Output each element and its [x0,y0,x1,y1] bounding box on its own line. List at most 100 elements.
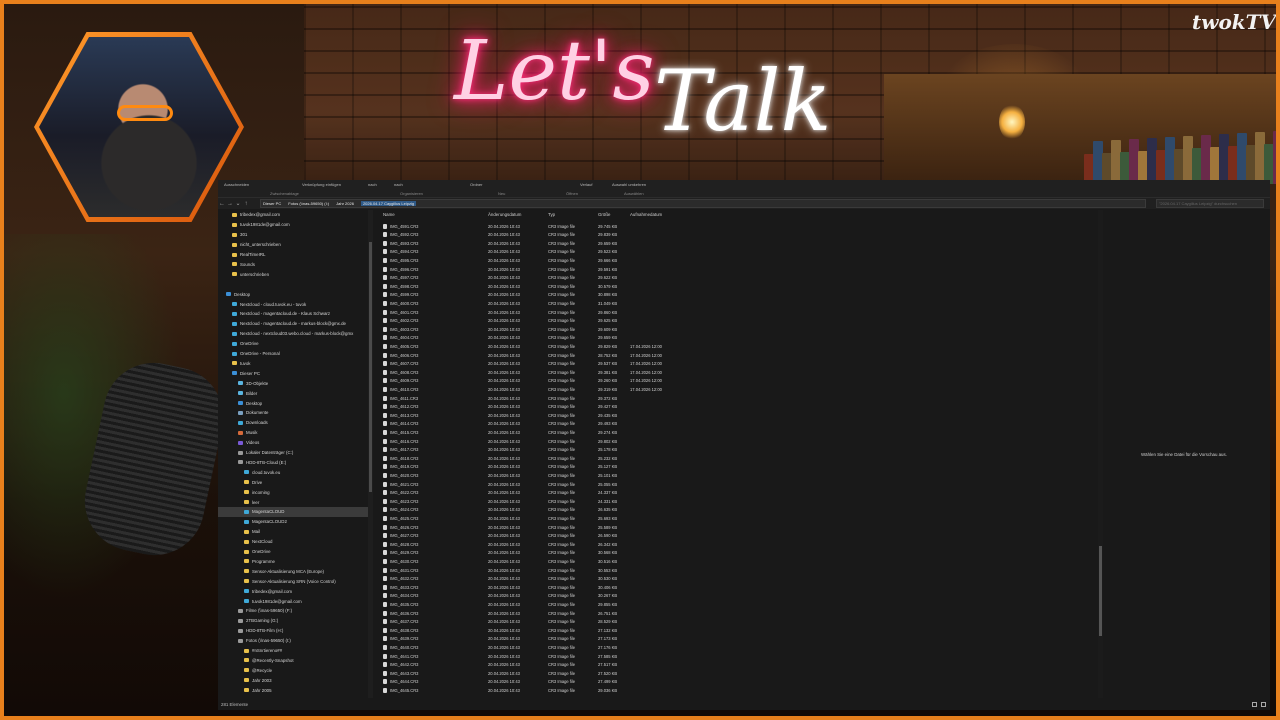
column-header[interactable]: Aufnahmedatum [630,212,662,220]
nav-item[interactable]: Jahr 2005 [218,685,368,695]
nav-item[interactable]: unterschrieben [218,269,368,279]
nav-item[interactable]: Dieser PC [218,368,368,378]
nav-item[interactable]: HDD-8TB-Film (H:) [218,626,368,636]
nav-item[interactable]: OneDrive [218,547,368,557]
breadcrumb-item[interactable]: Fotos (\\nas-59650) (I:) [288,201,329,206]
ribbon-item-5[interactable]: Verlauf [580,182,592,187]
table-row[interactable]: IMG_4621.CR3 20.04.2026 10:43 CR3 Image fi… [380,480,1100,489]
table-row[interactable]: IMG_4601.CR3 20.04.2026 10:43 CR3 Image fi… [380,308,1100,317]
table-row[interactable]: IMG_4629.CR3 20.04.2026 10:43 CR3 Image fi… [380,549,1100,558]
nav-item[interactable]: OneDrive [218,339,368,349]
nav-item[interactable]: incoming [218,487,368,497]
breadcrumb-item[interactable]: 2026.04.17 Caygillus Leipzig [360,201,417,206]
table-row[interactable]: IMG_4594.CR3 20.04.2026 10:43 CR3 Image fi… [380,248,1100,257]
nav-item[interactable]: Mail [218,527,368,537]
nav-scrollbar-thumb[interactable] [369,242,372,492]
table-row[interactable]: IMG_4620.CR3 20.04.2026 10:43 CR3 Image fi… [380,471,1100,480]
table-row[interactable]: IMG_4636.CR3 20.04.2026 10:43 CR3 Image fi… [380,609,1100,618]
column-header[interactable]: Änderungsdatum [488,212,521,220]
nav-item[interactable]: Desktop [218,289,368,299]
nav-item[interactable]: Programme [218,557,368,567]
table-row[interactable]: IMG_4641.CR3 20.04.2026 10:43 CR3 Image fi… [380,652,1100,661]
nav-item[interactable]: Fotos (\\nas-59650) (I:) [218,636,368,646]
nav-item[interactable]: @Recycle [218,665,368,675]
ribbon-item-4[interactable]: Ordner [470,182,482,187]
column-header[interactable]: Name [383,212,395,220]
table-row[interactable]: IMG_4611.CR3 20.04.2026 10:43 CR3 Image fi… [380,394,1100,403]
table-row[interactable]: IMG_4632.CR3 20.04.2026 10:43 CR3 Image fi… [380,575,1100,584]
table-row[interactable]: IMG_4610.CR3 20.04.2026 10:43 CR3 Image fi… [380,385,1100,394]
nav-item[interactable]: leer [218,497,368,507]
nav-item[interactable]: HDD-8TB-Cloud (E:) [218,458,368,468]
table-row[interactable]: IMG_4607.CR3 20.04.2026 10:43 CR3 Image fi… [380,360,1100,369]
column-header[interactable]: Größe [598,212,610,220]
table-row[interactable]: IMG_4638.CR3 20.04.2026 10:43 CR3 Image fi… [380,626,1100,635]
details-view-icon[interactable] [1252,702,1257,707]
nav-item[interactable]: NextCloud [218,537,368,547]
nav-scrollbar[interactable] [368,210,373,698]
table-row[interactable]: IMG_4618.CR3 20.04.2026 10:43 CR3 Image fi… [380,454,1100,463]
recent-chevron-icon[interactable]: ⌄ [234,200,242,207]
table-row[interactable]: IMG_4630.CR3 20.04.2026 10:43 CR3 Image fi… [380,557,1100,566]
nav-item[interactable]: 3D-Objekte [218,378,368,388]
nav-item[interactable]: Nextcloud - cloud.tuvok.eu - tuvok [218,299,368,309]
file-list-scrollbar[interactable] [1098,210,1103,698]
nav-item[interactable]: Sensor-Aktualisierung SRN (Voice Control… [218,576,368,586]
table-row[interactable]: IMG_4627.CR3 20.04.2026 10:43 CR3 Image fi… [380,532,1100,541]
ribbon-item-2[interactable]: nach [368,182,377,187]
nav-item[interactable]: nicht_unterschrieben [218,240,368,250]
table-row[interactable]: IMG_4640.CR3 20.04.2026 10:43 CR3 Image fi… [380,643,1100,652]
table-row[interactable]: IMG_4623.CR3 20.04.2026 10:43 CR3 Image fi… [380,497,1100,506]
nav-item[interactable]: tuvok1981de@gmail.com [218,596,368,606]
table-row[interactable]: IMG_4604.CR3 20.04.2026 10:43 CR3 Image fi… [380,334,1100,343]
nav-item[interactable]: Lokaler Datenträger (C:) [218,448,368,458]
nav-item[interactable]: Dokumente [218,408,368,418]
breadcrumb[interactable]: Dieser PC Fotos (\\nas-59650) (I:) Jahr 20… [260,199,1146,208]
table-row[interactable]: IMG_4625.CR3 20.04.2026 10:43 CR3 Image fi… [380,514,1100,523]
table-row[interactable]: IMG_4635.CR3 20.04.2026 10:43 CR3 Image fi… [380,600,1100,609]
table-row[interactable]: IMG_4619.CR3 20.04.2026 10:43 CR3 Image fi… [380,463,1100,472]
table-row[interactable]: IMG_4643.CR3 20.04.2026 10:43 CR3 Image fi… [380,669,1100,678]
table-row[interactable]: IMG_4617.CR3 20.04.2026 10:43 CR3 Image fi… [380,446,1100,455]
table-row[interactable]: IMG_4637.CR3 20.04.2026 10:43 CR3 Image fi… [380,618,1100,627]
table-row[interactable]: IMG_4645.CR3 20.04.2026 10:43 CR3 Image fi… [380,686,1100,695]
nav-item[interactable]: tribedex@gmail.com [218,210,368,220]
table-row[interactable]: IMG_4600.CR3 20.04.2026 10:43 CR3 Image fi… [380,299,1100,308]
breadcrumb-item[interactable]: Jahr 2026 [336,201,354,206]
table-row[interactable]: IMG_4599.CR3 20.04.2026 10:43 CR3 Image fi… [380,291,1100,300]
nav-item[interactable]: Filme (\\nas-59650) (F:) [218,606,368,616]
up-arrow-icon[interactable]: ↑ [242,201,250,207]
nav-item[interactable]: MagentaCLOUD2 [218,517,368,527]
tiles-view-icon[interactable] [1261,702,1266,707]
nav-item[interactable]: Videos [218,438,368,448]
search-input[interactable]: "2026.04.17 Caygillus Leipzig" durchsuch… [1156,199,1264,208]
table-row[interactable]: IMG_4628.CR3 20.04.2026 10:43 CR3 Image fi… [380,540,1100,549]
nav-item[interactable]: MagentaCLOUD [218,507,368,517]
ribbon-item-3[interactable]: nach [394,182,403,187]
nav-item[interactable]: tuvok1981de@gmail.com [218,220,368,230]
table-row[interactable]: IMG_4614.CR3 20.04.2026 10:43 CR3 Image fi… [380,420,1100,429]
table-row[interactable]: IMG_4609.CR3 20.04.2026 10:43 CR3 Image fi… [380,377,1100,386]
table-row[interactable]: IMG_4596.CR3 20.04.2026 10:43 CR3 Image fi… [380,265,1100,274]
nav-item[interactable]: Nextcloud - magentacloud.de - markus-blo… [218,319,368,329]
table-row[interactable]: IMG_4622.CR3 20.04.2026 10:43 CR3 Image fi… [380,489,1100,498]
table-row[interactable]: IMG_4592.CR3 20.04.2026 10:43 CR3 Image fi… [380,231,1100,240]
nav-item[interactable]: OneDrive - Personal [218,349,368,359]
table-row[interactable]: IMG_4616.CR3 20.04.2026 10:43 CR3 Image fi… [380,437,1100,446]
table-row[interactable]: IMG_4595.CR3 20.04.2026 10:43 CR3 Image fi… [380,256,1100,265]
nav-item[interactable]: Nextcloud - magentacloud.de - Klaus Schw… [218,309,368,319]
table-row[interactable]: IMG_4644.CR3 20.04.2026 10:43 CR3 Image fi… [380,678,1100,687]
table-row[interactable]: IMG_4612.CR3 20.04.2026 10:43 CR3 Image fi… [380,403,1100,412]
table-row[interactable]: IMG_4608.CR3 20.04.2026 10:43 CR3 Image fi… [380,368,1100,377]
table-row[interactable]: IMG_4603.CR3 20.04.2026 10:43 CR3 Image fi… [380,325,1100,334]
ribbon-item-0[interactable]: Ausschneiden [224,182,249,187]
table-row[interactable]: IMG_4598.CR3 20.04.2026 10:43 CR3 Image fi… [380,282,1100,291]
table-row[interactable]: IMG_4597.CR3 20.04.2026 10:43 CR3 Image fi… [380,274,1100,283]
breadcrumb-item[interactable]: Dieser PC [263,201,281,206]
nav-item[interactable]: Nextcloud - nextcloud03.webo.cloud - mar… [218,329,368,339]
table-row[interactable]: IMG_4639.CR3 20.04.2026 10:43 CR3 Image fi… [380,635,1100,644]
nav-item[interactable]: Jahr 2008 [218,695,368,699]
nav-item[interactable]: Jahr 2003 [218,675,368,685]
nav-item[interactable]: Sensor-Aktualisierung MCA (Europe) [218,566,368,576]
table-row[interactable]: IMG_4615.CR3 20.04.2026 10:43 CR3 Image fi… [380,428,1100,437]
